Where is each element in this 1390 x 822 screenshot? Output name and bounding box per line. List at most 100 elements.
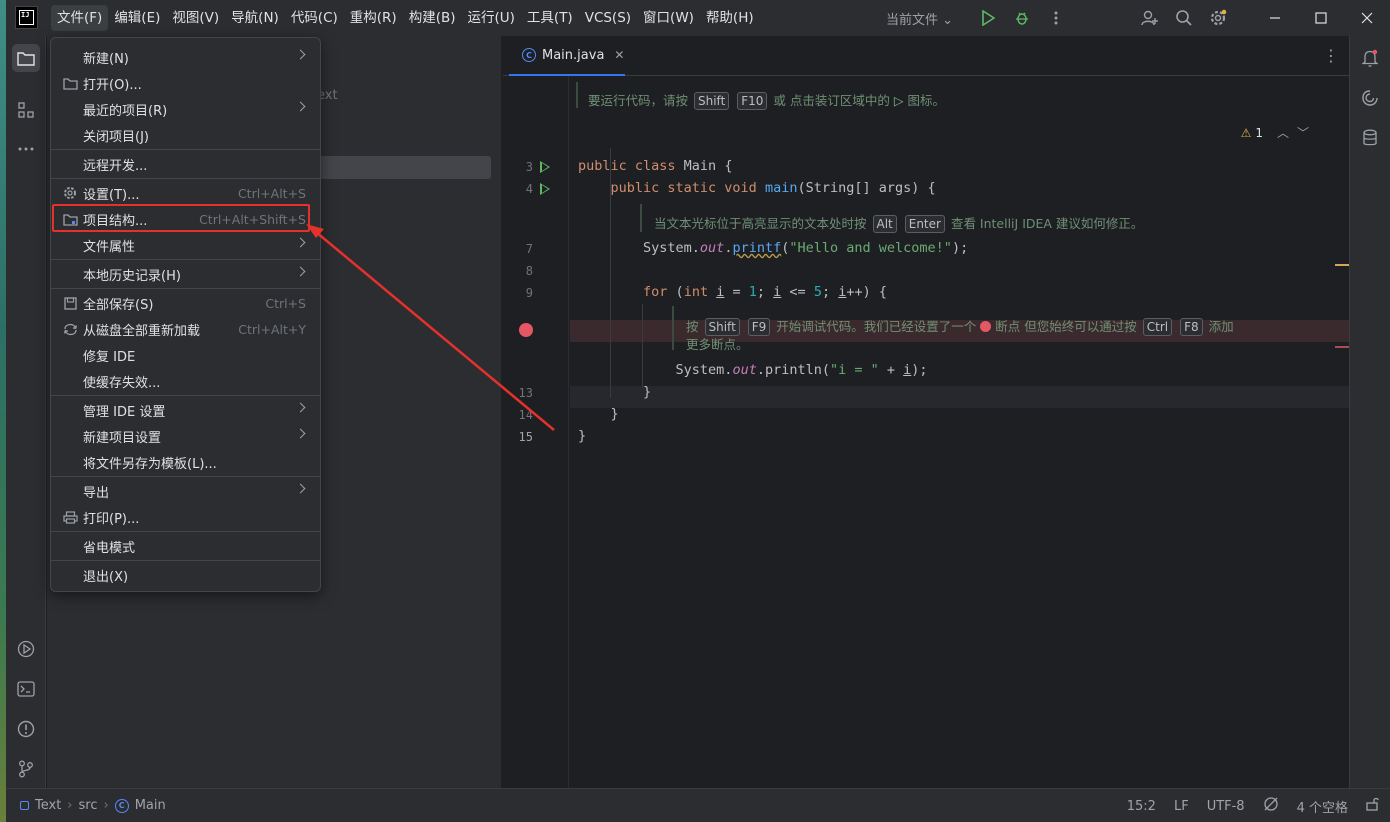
search-icon[interactable]: [1170, 4, 1198, 32]
next-problem-icon[interactable]: ﹀: [1297, 124, 1309, 141]
menu-item-label: 使缓存失效...: [83, 375, 161, 391]
menu-item-print[interactable]: 打印(P)...: [55, 504, 316, 530]
menu-code[interactable]: 代码(C): [285, 5, 344, 31]
menu-item-label: 全部保存(S): [83, 297, 154, 313]
notifications-bell-icon[interactable]: [1356, 44, 1384, 72]
menu-separator: [51, 288, 320, 289]
file-menu-dropdown: 新建(N) 打开(O)... 最近的项目(R) 关闭项目(J) 远程开发... …: [50, 37, 321, 592]
tab-main-java[interactable]: C Main.java ✕: [509, 36, 625, 76]
file-encoding[interactable]: UTF-8: [1207, 799, 1245, 814]
code-area[interactable]: 要运行代码，请按 Shift F10 或 点击装订区域中的 ▷ 图标。 publ…: [570, 76, 1349, 788]
line-number: 8: [525, 264, 533, 278]
menu-run[interactable]: 运行(U): [462, 5, 521, 31]
structure-icon[interactable]: [12, 96, 40, 124]
menu-item-label: 将文件另存为模板(L)...: [83, 456, 217, 472]
breakpoint-stripe-marker[interactable]: [1335, 346, 1349, 348]
breadcrumb-item[interactable]: src: [79, 798, 98, 813]
menu-item-new-project-settings[interactable]: 新建项目设置: [55, 423, 316, 449]
line-separator[interactable]: LF: [1174, 799, 1189, 814]
run-gutter-icon[interactable]: [540, 183, 550, 195]
menu-item-export[interactable]: 导出: [55, 478, 316, 504]
project-tree-selected-row[interactable]: [317, 156, 491, 179]
menu-item-new[interactable]: 新建(N): [55, 44, 316, 70]
menu-navigate[interactable]: 导航(N): [225, 5, 285, 31]
menu-item-close-project[interactable]: 关闭项目(J): [55, 122, 316, 148]
tab-close-icon[interactable]: ✕: [614, 48, 624, 62]
code-line: for (int i = 1; i <= 5; i++) {: [643, 284, 887, 300]
inspection-disabled-icon[interactable]: [1263, 796, 1279, 816]
menu-tools[interactable]: 工具(T): [521, 5, 579, 31]
ai-assistant-icon[interactable]: [1356, 84, 1384, 112]
breadcrumb-item[interactable]: Text: [35, 798, 61, 813]
run-config-selector[interactable]: 当前文件 ⌄: [886, 9, 953, 28]
menu-separator: [51, 149, 320, 150]
menu-item-repair-ide[interactable]: 修复 IDE: [55, 342, 316, 368]
more-vertical-icon[interactable]: [1042, 4, 1070, 32]
terminal-icon[interactable]: [12, 675, 40, 703]
add-user-icon[interactable]: [1136, 4, 1164, 32]
menu-item-power-save[interactable]: 省电模式: [55, 533, 316, 559]
maximize-icon[interactable]: [1298, 0, 1344, 36]
menu-item-settings[interactable]: 设置(T)... Ctrl+Alt+S: [55, 180, 316, 206]
menu-separator: [51, 178, 320, 179]
inspection-widget[interactable]: ⚠ 1 ︿ ﹀: [1241, 124, 1309, 141]
menu-item-local-history[interactable]: 本地历史记录(H): [55, 261, 316, 287]
debug-icon[interactable]: [1008, 4, 1036, 32]
prev-problem-icon[interactable]: ︿: [1277, 124, 1289, 141]
menu-refactor[interactable]: 重构(R): [344, 5, 403, 31]
menu-separator: [51, 259, 320, 260]
window-controls: [1252, 0, 1390, 36]
hint-text: 要运行代码，请按: [588, 93, 689, 108]
kbd-key: F9: [747, 318, 771, 336]
kbd-key: Alt: [872, 215, 897, 233]
caret-position[interactable]: 15:2: [1127, 799, 1156, 814]
warning-stripe-marker[interactable]: [1335, 264, 1349, 266]
problems-icon[interactable]: [12, 715, 40, 743]
run-icon[interactable]: [974, 4, 1002, 32]
title-toolbar: 当前文件 ⌄: [886, 0, 1235, 36]
menu-item-reload-all[interactable]: 从磁盘全部重新加载 Ctrl+Alt+Y: [55, 316, 316, 342]
run-gutter-icon[interactable]: [540, 161, 550, 173]
menu-item-manage-ide-settings[interactable]: 管理 IDE 设置: [55, 397, 316, 423]
more-tools-icon[interactable]: [12, 135, 40, 163]
minimize-icon[interactable]: [1252, 0, 1298, 36]
breakpoint-icon[interactable]: [519, 323, 533, 337]
menu-item-label: 新建项目设置: [83, 430, 162, 446]
git-branch-icon[interactable]: [12, 755, 40, 783]
indent-setting[interactable]: 4 个空格: [1297, 797, 1348, 816]
breakpoint-dot-icon: [980, 321, 992, 332]
debug-hint-line2: 更多断点。: [686, 337, 749, 352]
breadcrumb-item[interactable]: Main: [135, 798, 166, 813]
menu-file[interactable]: 文件(F): [51, 5, 109, 31]
project-folder-icon[interactable]: [12, 44, 40, 72]
menu-view[interactable]: 视图(V): [166, 5, 225, 31]
submenu-arrow-icon: [295, 428, 306, 439]
menu-item-save-all[interactable]: 全部保存(S) Ctrl+S: [55, 290, 316, 316]
services-run-icon[interactable]: [12, 635, 40, 663]
database-icon[interactable]: [1356, 124, 1384, 152]
menu-edit[interactable]: 编辑(E): [108, 5, 166, 31]
menu-vcs[interactable]: VCS(S): [579, 5, 637, 31]
kbd-key: Shift: [694, 92, 730, 110]
menu-build[interactable]: 构建(B): [403, 5, 462, 31]
close-icon[interactable]: [1344, 0, 1390, 36]
menu-item-remote-dev[interactable]: 远程开发...: [55, 151, 316, 177]
menu-item-exit[interactable]: 退出(X): [55, 562, 316, 588]
settings-gear-icon[interactable]: [1204, 4, 1232, 32]
menu-item-file-properties[interactable]: 文件属性: [55, 232, 316, 258]
submenu-arrow-icon: [295, 266, 306, 277]
intellij-logo-icon[interactable]: IJ: [15, 6, 38, 29]
menu-item-open[interactable]: 打开(O)...: [55, 70, 316, 96]
menu-window[interactable]: 窗口(W): [637, 5, 700, 31]
read-only-lock-icon[interactable]: [1366, 797, 1380, 815]
menu-separator: [51, 531, 320, 532]
tabs-more-icon[interactable]: ⋮: [1323, 46, 1339, 65]
menu-item-save-as-template[interactable]: 将文件另存为模板(L)...: [55, 449, 316, 475]
menu-item-invalidate-caches[interactable]: 使缓存失效...: [55, 368, 316, 394]
warning-icon: ⚠: [1240, 125, 1252, 140]
menu-item-label: 本地历史记录(H): [83, 268, 181, 284]
kbd-key: F8: [1180, 318, 1203, 336]
kbd-key: F10: [737, 92, 768, 110]
menu-help[interactable]: 帮助(H): [700, 5, 760, 31]
menu-item-recent-projects[interactable]: 最近的项目(R): [55, 96, 316, 122]
